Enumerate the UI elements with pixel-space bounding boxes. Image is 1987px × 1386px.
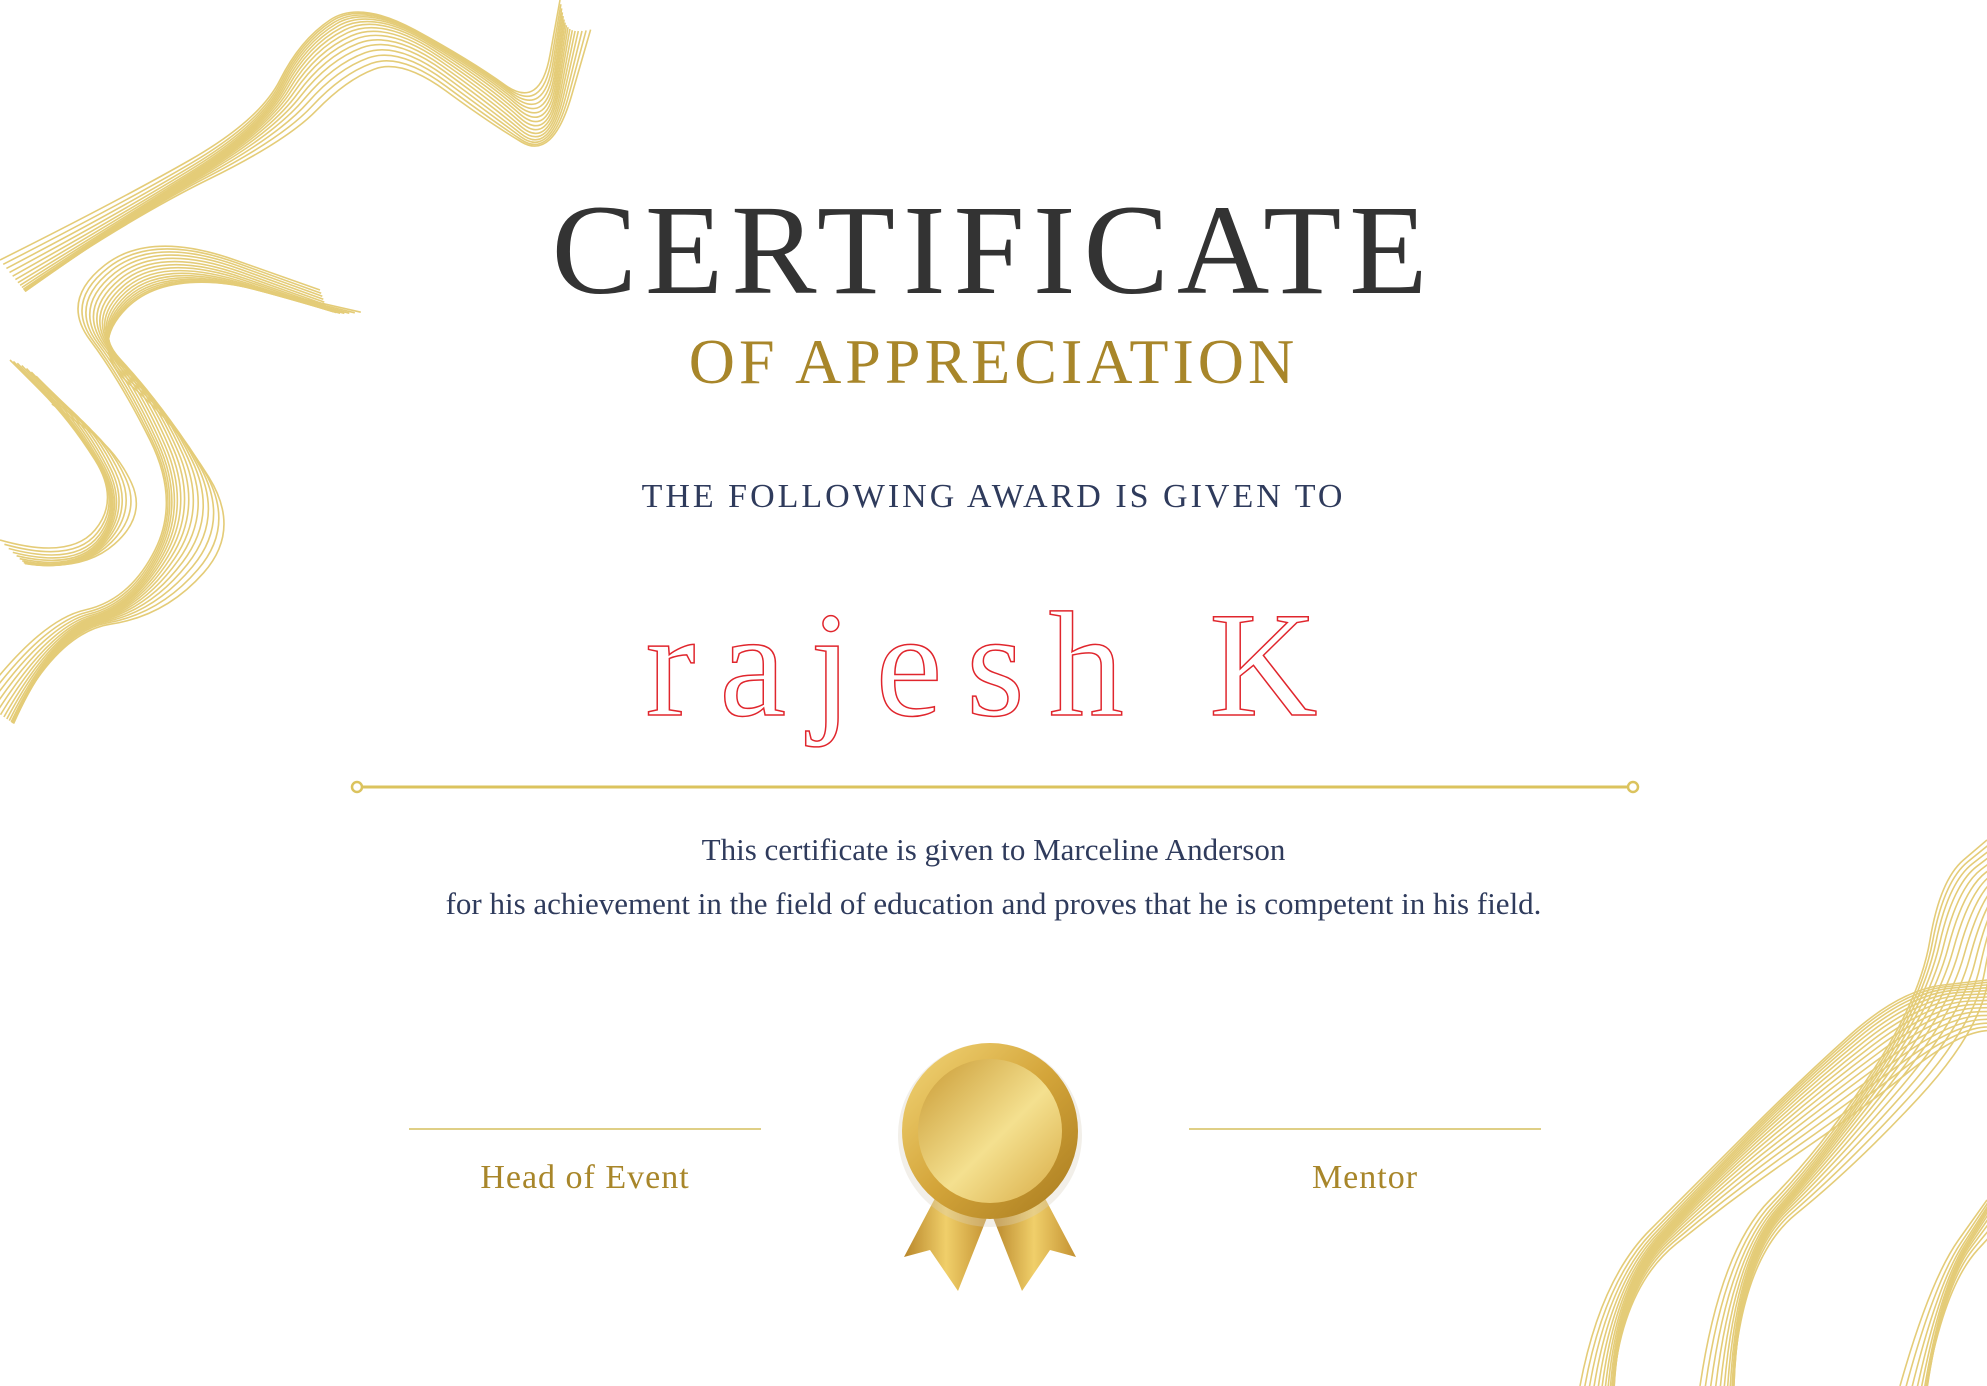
certificate-page: CERTIFICATE OF APPRECIATION THE FOLLOWIN… xyxy=(0,0,1987,1386)
signature-label-mentor: Mentor xyxy=(1311,1159,1419,1196)
signature-label-head-of-event: Head of Event xyxy=(480,1159,690,1196)
signature-line-left xyxy=(409,1128,761,1130)
certificate-title: CERTIFICATE xyxy=(551,179,1436,321)
description-line-1: This certificate is given to Marceline A… xyxy=(701,832,1286,867)
award-line: THE FOLLOWING AWARD IS GIVEN TO xyxy=(641,478,1346,515)
recipient-name: rajesh K xyxy=(645,581,1342,749)
wave-line xyxy=(1733,919,1987,1386)
description-line-2: for his achievement in the field of educ… xyxy=(445,886,1542,921)
wave-line xyxy=(1925,1219,1987,1386)
divider-line-icon xyxy=(350,780,1640,794)
certificate-subtitle: OF APPRECIATION xyxy=(688,326,1299,397)
wave-line xyxy=(1611,1006,1987,1386)
gold-medal-icon xyxy=(898,1043,1082,1291)
wave-line xyxy=(1593,986,1987,1386)
signature-line-right xyxy=(1189,1128,1541,1130)
